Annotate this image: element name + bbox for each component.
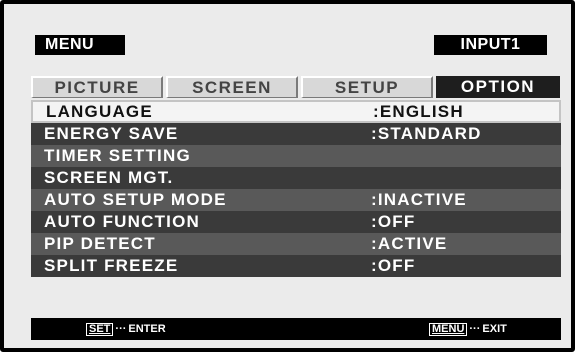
menu-item-auto-setup-mode[interactable]: AUTO SETUP MODE :INACTIVE [31,189,561,211]
option-list: LANGUAGE :ENGLISH ENERGY SAVE :STANDARD … [31,100,561,277]
menu-item-language[interactable]: LANGUAGE :ENGLISH [31,100,561,123]
menu-item-value: :ENGLISH [373,102,464,121]
menu-item-value: :OFF [371,212,416,231]
key-hint-bar: SET ··· ENTER MENU ··· EXIT [31,318,561,340]
enter-hint: SET ··· ENTER [86,322,166,336]
menu-item-pip-detect[interactable]: PIP DETECT :ACTIVE [31,233,561,255]
tab-bar: PICTURE SCREEN SETUP OPTION [31,76,560,100]
hint-separator: ··· [469,323,481,335]
menu-item-label: SCREEN MGT. [44,168,174,187]
menu-item-label: AUTO SETUP MODE [44,190,227,209]
menu-item-label: ENERGY SAVE [44,124,179,143]
tab-screen[interactable]: SCREEN [166,76,298,98]
hint-separator: ··· [115,323,127,335]
tab-picture[interactable]: PICTURE [31,76,163,98]
menu-title: MENU [35,35,125,55]
menu-item-auto-function[interactable]: AUTO FUNCTION :OFF [31,211,561,233]
menu-item-value: :ACTIVE [371,234,448,253]
menu-item-screen-mgt[interactable]: SCREEN MGT. [31,167,561,189]
menu-item-value: :INACTIVE [371,190,467,209]
tab-option[interactable]: OPTION [436,76,560,98]
menu-item-split-freeze[interactable]: SPLIT FREEZE :OFF [31,255,561,277]
exit-hint-label: EXIT [482,323,507,335]
menu-item-value: :OFF [371,256,416,275]
menu-item-label: LANGUAGE [46,102,153,121]
tab-setup[interactable]: SETUP [301,76,433,98]
menu-item-energy-save[interactable]: ENERGY SAVE :STANDARD [31,123,561,145]
input-indicator: INPUT1 [434,35,547,55]
menu-item-label: TIMER SETTING [44,146,191,165]
menu-item-label: SPLIT FREEZE [44,256,179,275]
osd-menu-frame: MENU INPUT1 PICTURE SCREEN SETUP OPTION … [0,0,575,352]
exit-hint: MENU ··· EXIT [429,322,507,336]
menu-item-label: PIP DETECT [44,234,156,253]
menu-item-value: :STANDARD [371,124,482,143]
menu-item-label: AUTO FUNCTION [44,212,200,231]
set-key-label: SET [86,323,114,336]
menu-item-timer-setting[interactable]: TIMER SETTING [31,145,561,167]
enter-hint-label: ENTER [128,323,166,335]
menu-key-label: MENU [429,323,468,336]
